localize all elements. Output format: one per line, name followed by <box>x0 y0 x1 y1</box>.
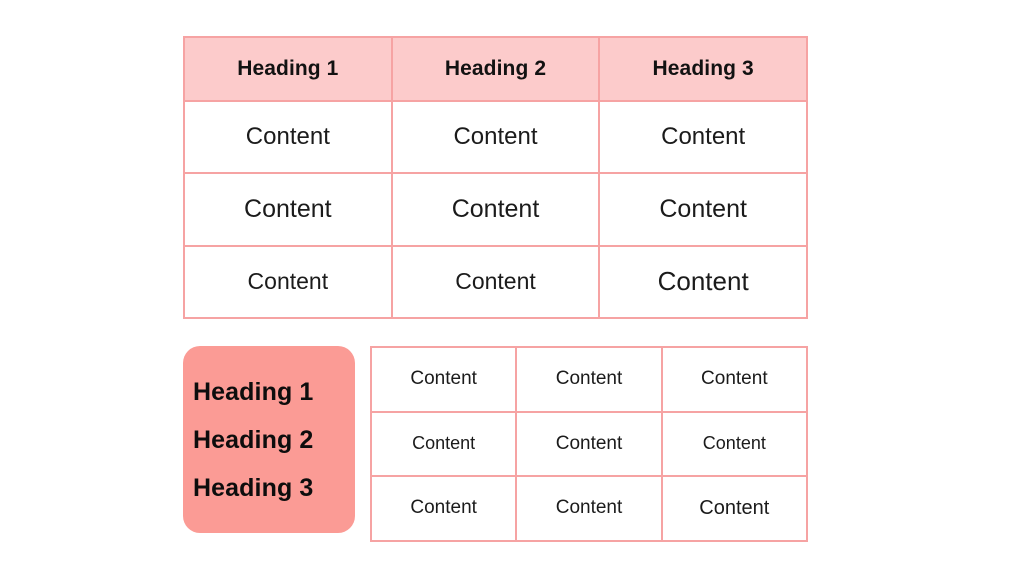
table-cell: Content <box>660 346 809 413</box>
table-cell: Content <box>390 172 601 247</box>
table-cell: Content <box>183 244 393 319</box>
table-row: Content Content Content <box>183 99 808 175</box>
top-table: Heading 1 Heading 2 Heading 3 Content Co… <box>183 36 808 319</box>
table-cell: Content <box>369 410 518 478</box>
column-header-3: Heading 3 <box>598 36 808 102</box>
heading-block-line-1: Heading 1 <box>193 377 314 406</box>
top-table-header: Heading 1 Heading 2 Heading 3 <box>183 36 808 102</box>
column-header-1: Heading 1 <box>183 36 393 102</box>
table-cell: Content <box>515 475 663 542</box>
table-cell: Content <box>598 99 808 175</box>
bottom-grid-body: Content Content Content Content Content … <box>369 346 809 542</box>
table-cell: Content <box>369 346 518 413</box>
table-header-row: Heading 1 Heading 2 Heading 3 <box>183 36 808 102</box>
table-cell: Content <box>390 99 601 175</box>
table-cell: Content <box>183 99 393 175</box>
heading-block: Heading 1 Heading 2 Heading 3 <box>183 346 355 533</box>
table-cell: Content <box>598 172 808 247</box>
top-table-body: Content Content Content Content Content … <box>183 99 808 319</box>
table-row: Content Content Content <box>369 410 809 478</box>
table-row: Content Content Content <box>183 244 808 319</box>
table-cell: Content <box>515 410 663 478</box>
table-row: Content Content Content <box>369 475 809 542</box>
table-cell: Content <box>515 346 663 413</box>
table-cell: Content <box>660 410 809 478</box>
heading-block-line-2: Heading 2 <box>193 425 314 454</box>
table-cell: Content <box>183 172 393 247</box>
table-cell: Content <box>660 475 809 542</box>
bottom-grid: Content Content Content Content Content … <box>369 346 809 542</box>
table-row: Content Content Content <box>369 346 809 413</box>
table-cell: Content <box>369 475 518 542</box>
table-cell: Content <box>390 244 601 319</box>
slide-canvas: Heading 1 Heading 2 Heading 3 Content Co… <box>0 0 1024 576</box>
heading-block-line-3: Heading 3 <box>193 473 314 502</box>
table-row: Content Content Content <box>183 172 808 247</box>
column-header-2: Heading 2 <box>390 36 601 102</box>
table-cell: Content <box>598 244 808 319</box>
